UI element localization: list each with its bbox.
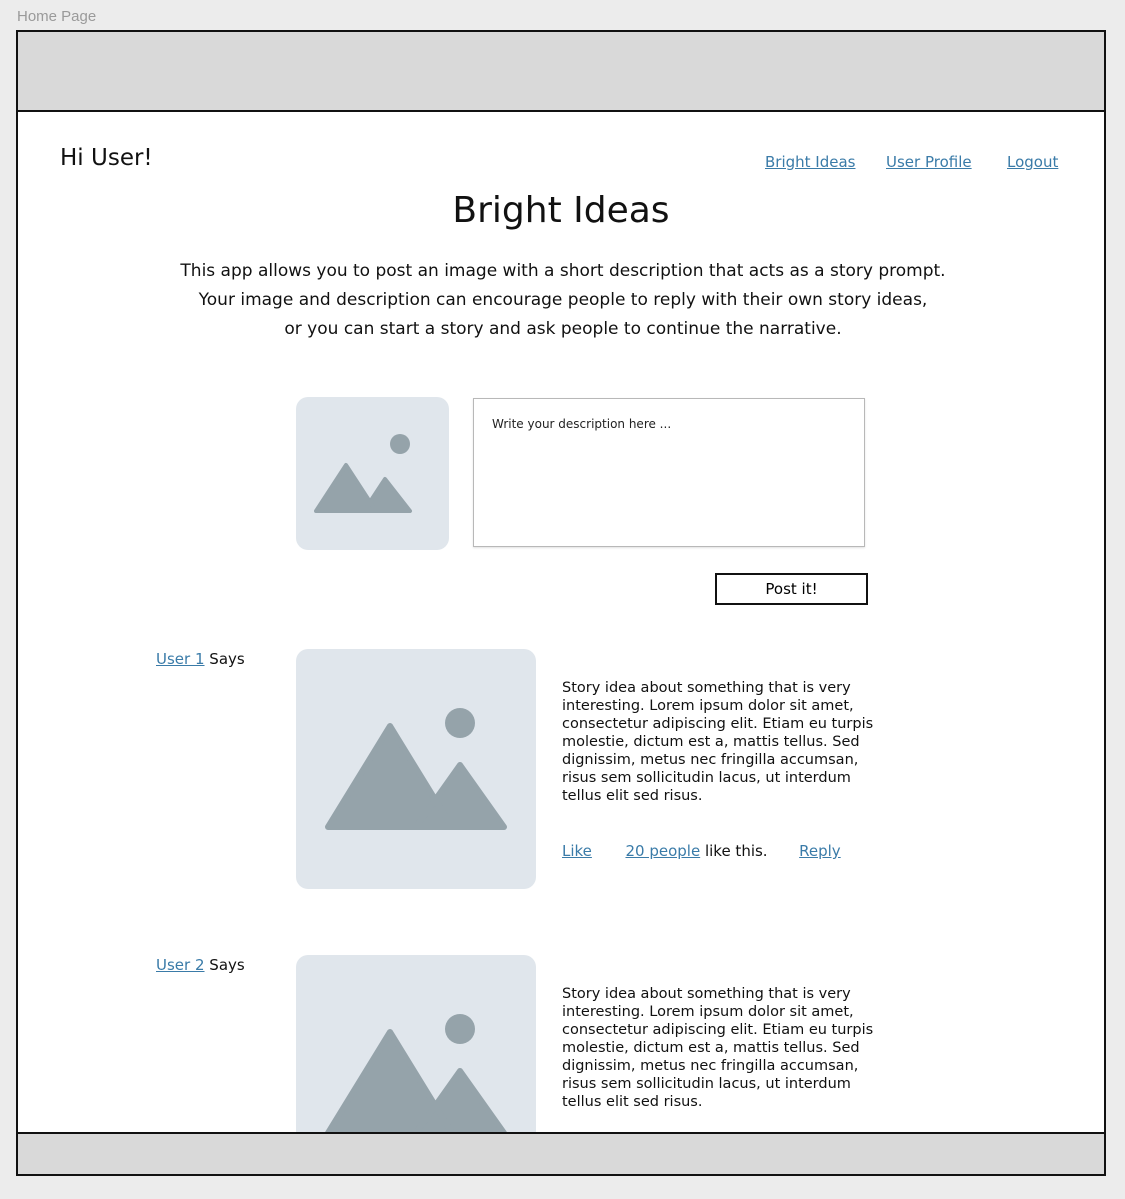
post-2-text: Story idea about something that is very … — [562, 986, 874, 1110]
post-1-user-link[interactable]: User 1 — [156, 650, 205, 668]
likes-count-link[interactable]: 20 people — [625, 842, 700, 860]
image-placeholder-icon — [325, 708, 507, 830]
page-title: Bright Ideas — [452, 190, 670, 231]
post-1-text: Story idea about something that is very … — [562, 680, 874, 804]
likes-suffix: like this. — [704, 842, 768, 860]
upload-image-placeholder[interactable] — [296, 397, 449, 550]
nav-bright-ideas[interactable]: Bright Ideas — [765, 153, 855, 171]
nav-logout[interactable]: Logout — [1007, 153, 1058, 171]
post-1-says: Says — [209, 650, 245, 668]
reply-button[interactable]: Reply — [799, 842, 841, 860]
post-2-says: Says — [209, 956, 245, 974]
bottom-bar — [18, 1132, 1104, 1174]
post-1-image — [296, 649, 536, 889]
post-2-author: User 2 Says — [156, 956, 245, 974]
intro-line-3: or you can start a story and ask people … — [284, 319, 842, 339]
description-input[interactable] — [473, 398, 865, 547]
post-button[interactable]: Post it! — [715, 573, 868, 605]
post-1-actions: Like 20 people like this. Reply — [562, 842, 841, 860]
image-placeholder-icon — [314, 434, 412, 513]
intro-line-1: This app allows you to post an image wit… — [180, 261, 946, 281]
browser-frame: Hi User! Bright Ideas User Profile Logou… — [16, 30, 1106, 1176]
nav-user-profile[interactable]: User Profile — [886, 153, 972, 171]
post-2-user-link[interactable]: User 2 — [156, 956, 205, 974]
greeting: Hi User! — [60, 145, 153, 171]
post-1-author: User 1 Says — [156, 650, 245, 668]
top-bar — [18, 32, 1104, 112]
intro-line-2: Your image and description can encourage… — [198, 290, 928, 310]
page-label: Home Page — [17, 8, 97, 25]
like-button[interactable]: Like — [562, 842, 592, 860]
